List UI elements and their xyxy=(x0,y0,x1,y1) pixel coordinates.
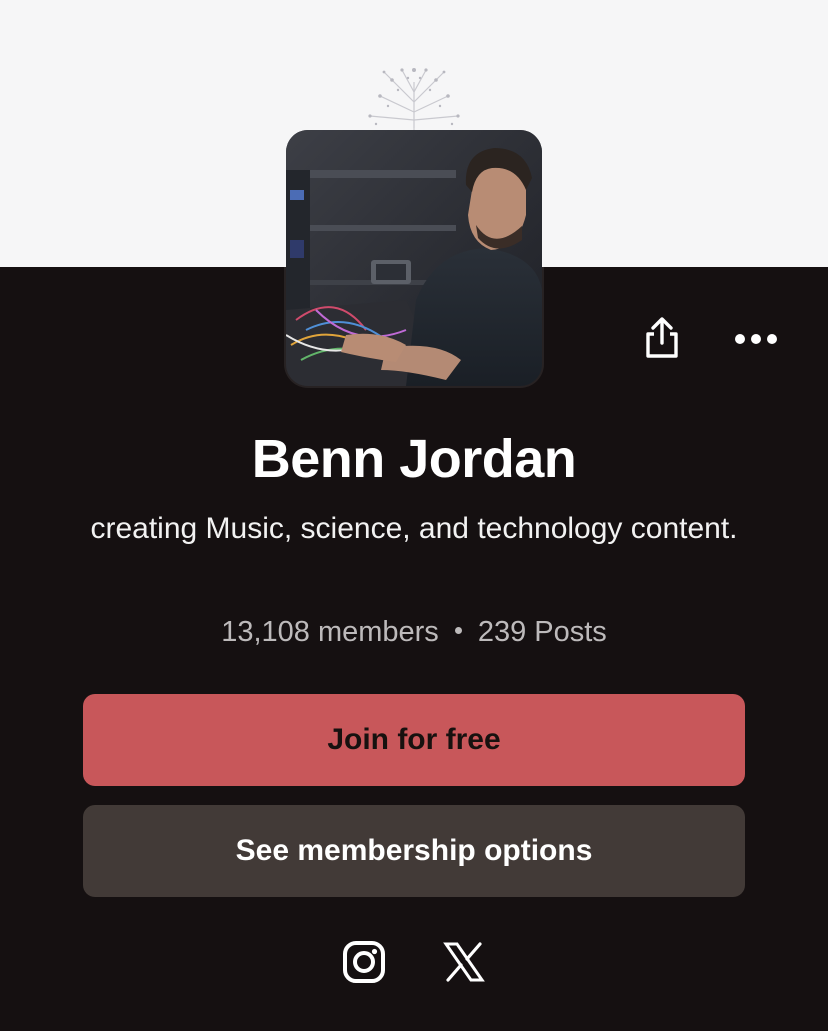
banner-logo-art xyxy=(368,68,460,134)
separator-dot xyxy=(454,626,462,634)
see-membership-options-button[interactable]: See membership options xyxy=(83,805,745,897)
x-link[interactable] xyxy=(440,938,488,986)
join-for-free-button[interactable]: Join for free xyxy=(83,694,745,786)
x-logo-icon xyxy=(443,942,485,982)
share-button[interactable] xyxy=(636,312,688,364)
more-horizontal-icon xyxy=(735,334,777,344)
more-options-button[interactable] xyxy=(728,318,784,360)
creator-tagline: creating Music, science, and technology … xyxy=(90,512,738,545)
posts-count: 239 Posts xyxy=(477,616,607,648)
avatar-photo xyxy=(286,130,542,386)
instagram-icon xyxy=(343,941,385,983)
share-icon xyxy=(646,317,678,358)
members-count: 13,108 members xyxy=(221,616,439,648)
creator-stats: 13,108 members 239 Posts xyxy=(0,610,828,654)
instagram-link[interactable] xyxy=(340,938,388,986)
creator-avatar xyxy=(286,130,542,386)
creator-name: Benn Jordan xyxy=(251,429,577,489)
